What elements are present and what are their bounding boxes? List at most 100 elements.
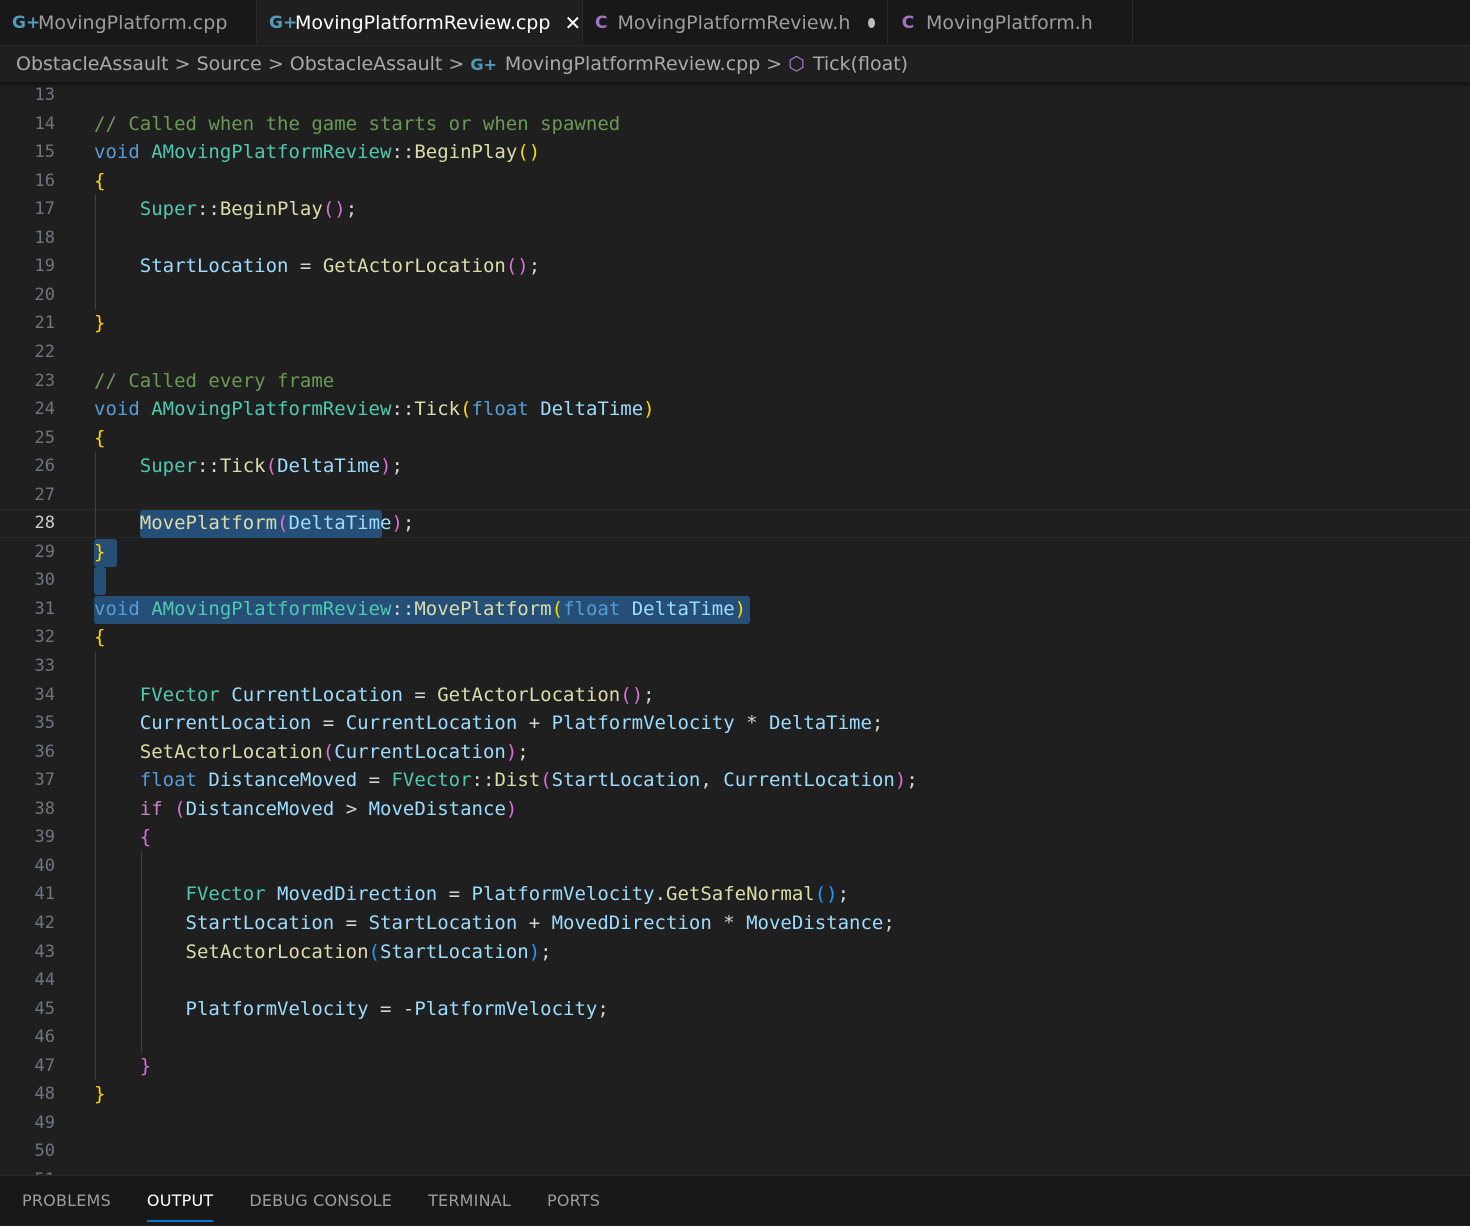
line-number: 19 — [34, 256, 55, 277]
cpp-file-icon: G+ — [470, 54, 497, 74]
line-number: 17 — [34, 199, 55, 220]
code-line[interactable]: void AMovingPlatformReview::Tick(float D… — [94, 395, 655, 423]
line-number: 45 — [34, 998, 55, 1019]
code-token: Tick — [414, 398, 461, 421]
code-token: * — [734, 712, 769, 735]
code-editor[interactable]: 13 14 15 16 17 18 19 20 21 22 23 24 25 26 27 28 29 30 31 32… — [0, 82, 1470, 1175]
line-number: 36 — [34, 741, 55, 762]
tab-ports[interactable]: PORTS — [547, 1176, 600, 1226]
code-token: () — [814, 883, 838, 906]
code-line[interactable]: { — [94, 424, 105, 452]
line-number: 40 — [34, 855, 55, 876]
code-line[interactable]: CurrentLocation = CurrentLocation + Plat… — [94, 709, 884, 737]
code-line[interactable]: { — [94, 823, 151, 851]
code-line[interactable]: { — [94, 167, 105, 195]
code-token: :: — [196, 198, 220, 221]
line-number: 34 — [34, 684, 55, 705]
code-token: PlatformVelocity — [185, 997, 369, 1020]
line-number: 18 — [34, 227, 55, 248]
code-line[interactable]: float DistanceMoved = FVector::Dist(Star… — [94, 766, 918, 794]
code-area[interactable]: // Called when the game starts or when s… — [0, 82, 1470, 1175]
code-line[interactable]: StartLocation = GetActorLocation(); — [94, 252, 540, 280]
line-number: 16 — [34, 170, 55, 191]
tab-label: MovingPlatformReview.cpp — [295, 11, 551, 34]
line-number: 43 — [34, 941, 55, 962]
code-line[interactable]: // Called when the game starts or when s… — [94, 110, 620, 138]
code-token: BeginPlay — [219, 198, 323, 221]
code-token: > — [334, 797, 369, 820]
code-line[interactable]: SetActorLocation(CurrentLocation); — [94, 738, 529, 766]
tab-movingplatformreview-cpp[interactable]: G+ MovingPlatformReview.cpp ✕ — [257, 0, 583, 45]
code-line[interactable]: { — [94, 623, 105, 651]
line-number: 31 — [34, 598, 55, 619]
code-line[interactable]: StartLocation = StartLocation + MovedDir… — [94, 909, 895, 937]
code-line[interactable]: FVector MovedDirection = PlatformVelocit… — [94, 880, 850, 908]
tab-output[interactable]: OUTPUT — [146, 1176, 214, 1226]
code-line[interactable]: Super::Tick(DeltaTime); — [94, 452, 403, 480]
tab-movingplatformreview-h[interactable]: C MovingPlatformReview.h — [583, 0, 888, 45]
line-number: 42 — [34, 912, 55, 933]
code-line[interactable]: } — [94, 1052, 151, 1080]
code-token: StartLocation — [368, 911, 518, 934]
unsaved-dot-icon[interactable] — [868, 17, 875, 28]
line-number: 30 — [34, 570, 55, 591]
close-icon[interactable]: ✕ — [564, 11, 581, 35]
code-token: ; — [883, 911, 895, 934]
line-number: 26 — [34, 456, 55, 477]
tab-problems[interactable]: PROBLEMS — [22, 1176, 111, 1226]
code-line[interactable]: void AMovingPlatformReview::BeginPlay() — [94, 138, 540, 166]
code-line[interactable]: Super::BeginPlay(); — [94, 195, 357, 223]
code-token: StartLocation — [185, 911, 335, 934]
breadcrumb-item[interactable]: Source — [197, 53, 262, 75]
code-token: = — [311, 712, 346, 735]
code-token: PlatformVelocity — [471, 883, 655, 906]
code-token: ( — [322, 740, 335, 763]
code-line[interactable]: } — [94, 538, 105, 566]
code-token: StartLocation — [139, 255, 289, 278]
breadcrumb-item[interactable]: Tick(float) — [813, 53, 908, 75]
line-number: 47 — [34, 1055, 55, 1076]
code-token: DeltaTime — [768, 712, 872, 735]
code-token: ) — [894, 769, 907, 792]
code-line[interactable]: PlatformVelocity = -PlatformVelocity; — [94, 995, 609, 1023]
tab-movingplatform-cpp[interactable]: G+ MovingPlatform.cpp — [0, 0, 257, 45]
code-token: { — [94, 169, 106, 192]
code-token: = — [288, 255, 323, 278]
code-token: FVector — [391, 769, 472, 792]
tab-terminal[interactable]: TERMINAL — [428, 1176, 511, 1226]
code-line[interactable]: MovePlatform(DeltaTime); — [94, 509, 415, 537]
code-token: AMovingPlatformReview — [151, 398, 392, 421]
breadcrumb-item[interactable]: ObstacleAssault — [16, 53, 169, 75]
line-number: 39 — [34, 827, 55, 848]
breadcrumb-item[interactable]: MovingPlatformReview.cpp — [505, 53, 760, 75]
breadcrumb-item[interactable]: ObstacleAssault — [290, 53, 443, 75]
code-token: MovedDirection — [551, 911, 712, 934]
code-line[interactable]: SetActorLocation(StartLocation); — [94, 938, 552, 966]
code-token: + — [517, 712, 552, 735]
code-line[interactable]: FVector CurrentLocation = GetActorLocati… — [94, 681, 655, 709]
code-line[interactable]: // Called every frame — [94, 367, 334, 395]
code-line[interactable]: if (DistanceMoved > MoveDistance) — [94, 795, 518, 823]
code-line[interactable]: } — [94, 1080, 105, 1108]
line-number: 41 — [34, 884, 55, 905]
tab-debug-console[interactable]: DEBUG CONSOLE — [249, 1176, 392, 1226]
code-line[interactable]: void AMovingPlatformReview::MovePlatform… — [94, 595, 746, 623]
code-line[interactable]: } — [94, 309, 105, 337]
code-token: SetActorLocation — [139, 740, 323, 763]
code-token: :: — [391, 597, 415, 620]
code-token: ) — [734, 597, 747, 620]
line-number: 23 — [34, 370, 55, 391]
code-token: ; — [391, 455, 403, 478]
code-token: StartLocation — [551, 769, 701, 792]
tab-movingplatform-h[interactable]: C MovingPlatform.h — [888, 0, 1133, 45]
cpp-file-icon: G+ — [269, 12, 298, 33]
